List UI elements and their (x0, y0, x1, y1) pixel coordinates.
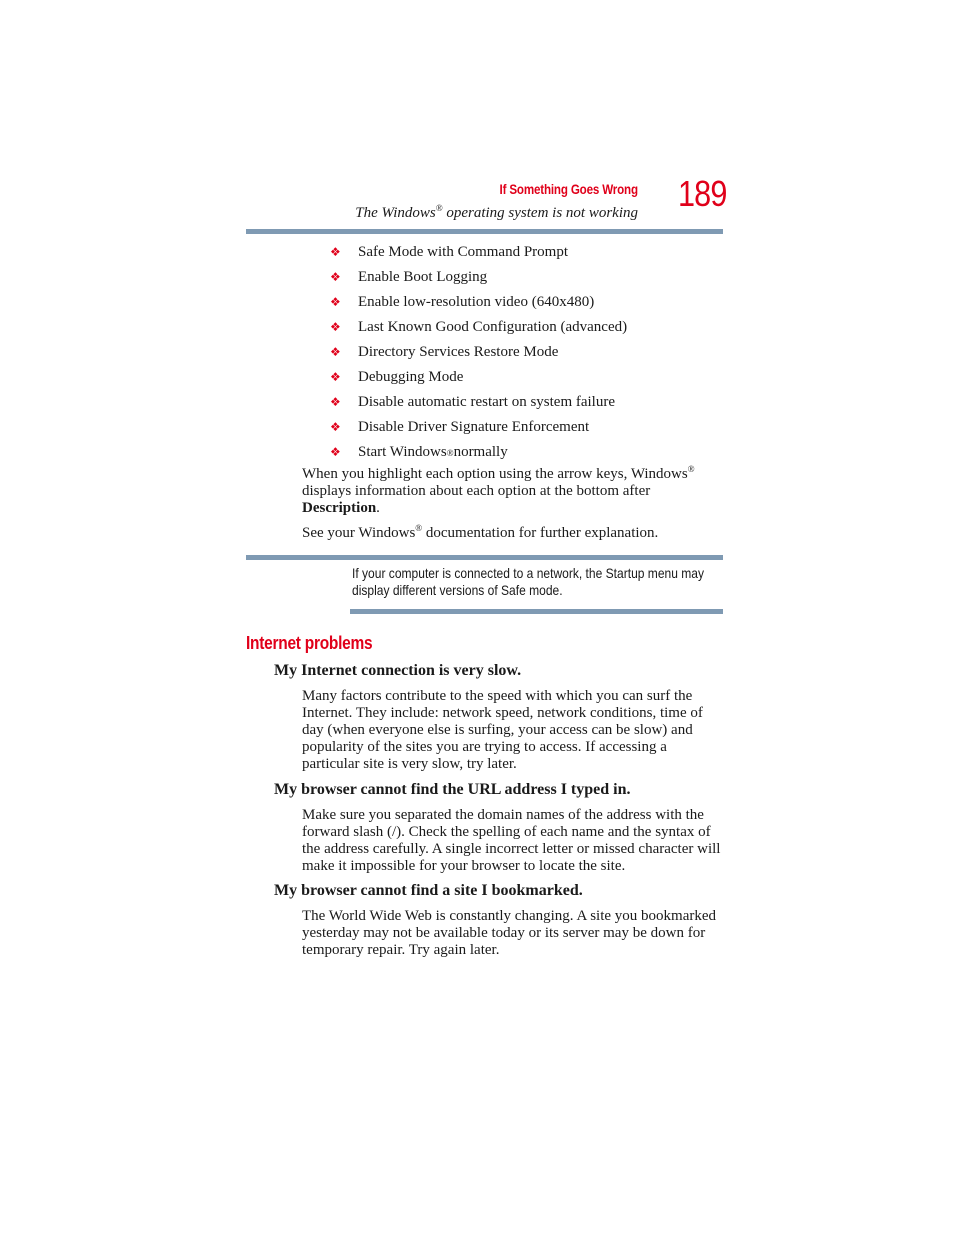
diamond-fleuron-icon (330, 370, 344, 385)
paragraph-text: When you highlight each option using the… (302, 466, 688, 482)
list-item: Enable low-resolution video (640x480) (330, 290, 627, 315)
registered-mark: ® (687, 464, 695, 474)
paragraph-text: documentation for further explanation. (422, 525, 659, 541)
diamond-fleuron-icon (330, 320, 344, 335)
startup-options-list: Safe Mode with Command Prompt Enable Boo… (330, 240, 627, 465)
list-item: Enable Boot Logging (330, 265, 627, 290)
paragraph-text: displays information about each option a… (302, 483, 651, 499)
diamond-fleuron-icon (330, 345, 344, 360)
description-term: Description (302, 500, 377, 516)
highlight-paragraph: When you highlight each option using the… (302, 464, 722, 517)
list-item-label: Directory Services Restore Mode (358, 344, 559, 360)
section-title-internet-problems: Internet problems (246, 633, 373, 653)
list-item-label: Enable low-resolution video (640x480) (358, 294, 595, 310)
header-section-title: If Something Goes Wrong (499, 182, 639, 197)
page-number: 189 (678, 173, 727, 214)
list-item-label: Disable Driver Signature Enforcement (358, 419, 590, 435)
diamond-fleuron-icon (330, 245, 344, 260)
header-divider (246, 229, 723, 234)
list-item: Last Known Good Configuration (advanced) (330, 315, 627, 340)
question-heading: My browser cannot find the URL address I… (274, 781, 631, 798)
list-item-label: Enable Boot Logging (358, 269, 488, 285)
note-divider-top (246, 555, 723, 560)
list-item-label: Last Known Good Configuration (advanced) (358, 319, 628, 335)
list-item: Safe Mode with Command Prompt (330, 240, 627, 265)
diamond-fleuron-icon (330, 395, 344, 410)
header-subtitle-text: operating system is not working (442, 205, 638, 221)
diamond-fleuron-icon (330, 270, 344, 285)
answer-paragraph: The World Wide Web is constantly changin… (302, 908, 717, 958)
paragraph-text: See your Windows (302, 525, 416, 541)
answer-paragraph: Many factors contribute to the speed wit… (302, 688, 703, 772)
list-item-label: Safe Mode with Command Prompt (358, 244, 568, 260)
list-item: Directory Services Restore Mode (330, 340, 627, 365)
list-item: Disable automatic restart on system fail… (330, 390, 627, 415)
header-subtitle: The Windows® operating system is not wor… (355, 203, 638, 222)
diamond-fleuron-icon (330, 445, 344, 460)
list-item: Disable Driver Signature Enforcement (330, 415, 627, 440)
list-item-label: Start Windows (358, 444, 447, 460)
note-text: If your computer is connected to a netwo… (352, 565, 705, 598)
registered-mark: ® (446, 447, 454, 458)
paragraph-text: . (376, 500, 380, 516)
diamond-fleuron-icon (330, 420, 344, 435)
list-item-label: Disable automatic restart on system fail… (358, 394, 615, 410)
see-documentation-paragraph: See your Windows® documentation for furt… (302, 524, 722, 542)
diamond-fleuron-icon (330, 295, 344, 310)
question-heading: My Internet connection is very slow. (274, 662, 522, 679)
list-item: Start Windows® normally (330, 440, 627, 465)
list-item-label: Debugging Mode (358, 369, 464, 385)
answer-paragraph: Make sure you separated the domain names… (302, 807, 721, 874)
registered-mark: ® (435, 203, 443, 213)
note-divider-bottom (350, 609, 723, 614)
list-item-label: normally (453, 444, 508, 460)
header-subtitle-text: The Windows (355, 205, 436, 221)
list-item: Debugging Mode (330, 365, 627, 390)
question-heading: My browser cannot find a site I bookmark… (274, 882, 583, 899)
